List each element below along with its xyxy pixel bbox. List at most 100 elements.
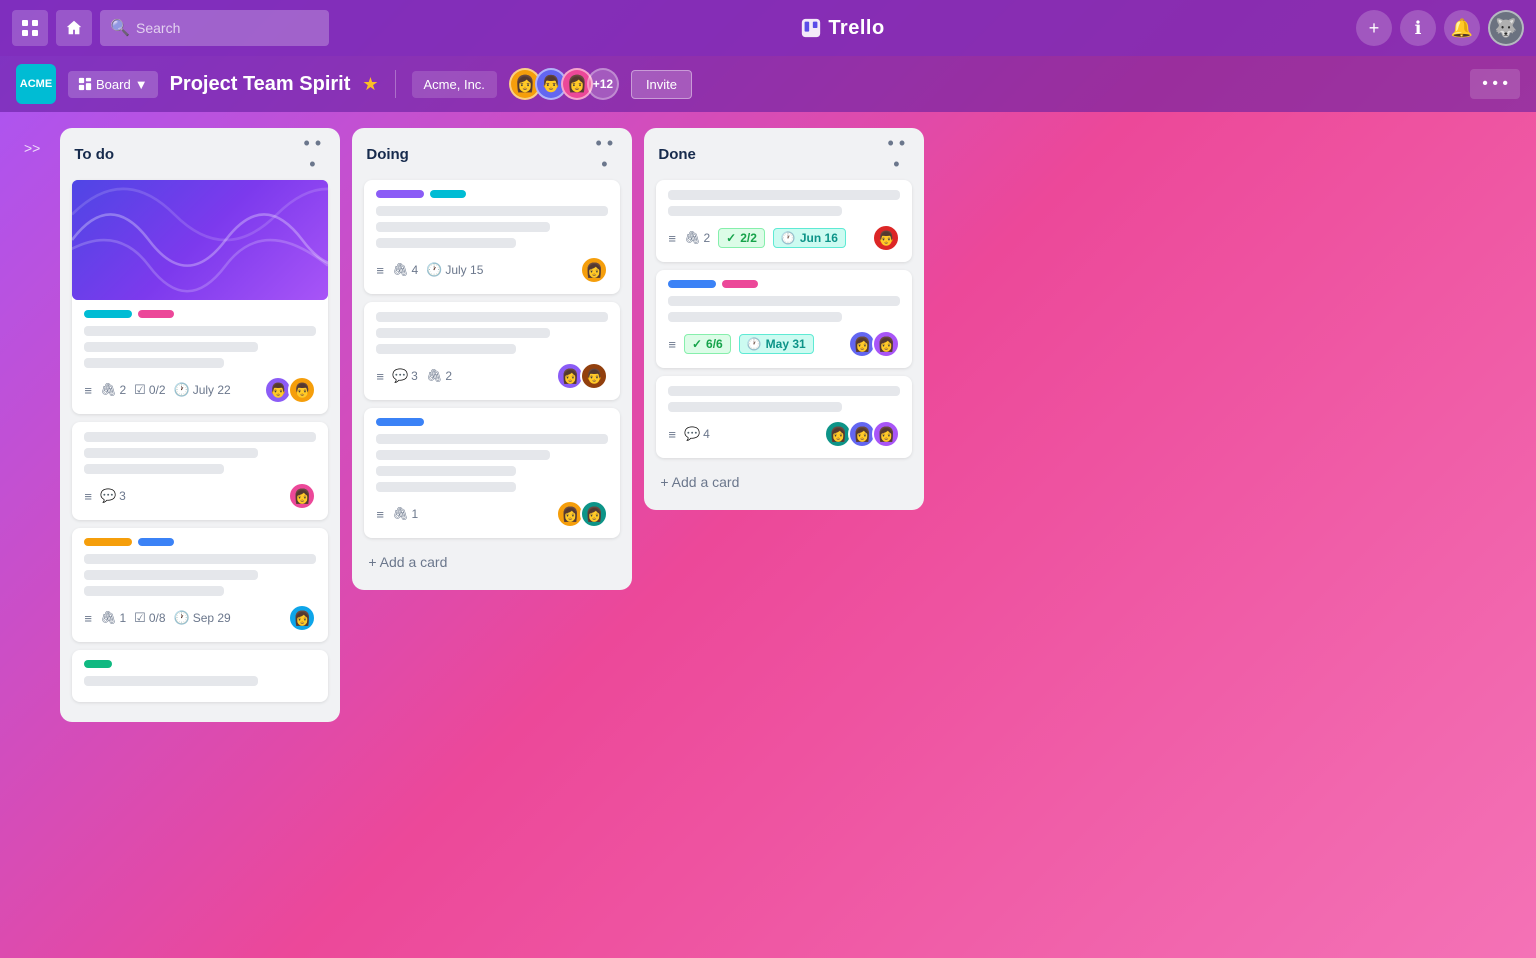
- info-button[interactable]: ℹ: [1400, 10, 1436, 46]
- desc-icon-wrap: ≡: [376, 369, 384, 384]
- list-doing: Doing • • • ≡ 🖇 4 🕐 J: [352, 128, 632, 590]
- card-text-line-3: [376, 238, 515, 248]
- card-member-avatars: 👩: [288, 604, 316, 632]
- trello-name: Trello: [828, 17, 884, 40]
- attachment-icon: 🖇: [100, 610, 117, 626]
- chevron-icon: ▼: [135, 77, 148, 92]
- todo-list-menu-button[interactable]: • • •: [298, 140, 326, 168]
- card-labels: [668, 280, 900, 288]
- info-icon: ℹ: [1415, 18, 1422, 39]
- card-done-3[interactable]: ≡ 💬 4 👩 👩 👩: [656, 376, 912, 458]
- sidebar-toggle: >>: [16, 128, 48, 160]
- card-doing-2[interactable]: ≡ 💬 3 🖇 2 👩 👨: [364, 302, 620, 400]
- card-meta: ≡ 🖇 2 ✓ 2/2 🕐 Jun 16 👨: [668, 224, 900, 252]
- card-text-line-1: [84, 326, 316, 336]
- card-text-line-1: [668, 386, 900, 396]
- card-labels: [84, 538, 316, 546]
- description-icon: ≡: [376, 507, 384, 522]
- member-avatar-2: 👩: [872, 330, 900, 358]
- card-text-line-2: [376, 222, 550, 232]
- done-list-menu-button[interactable]: • • •: [882, 140, 910, 168]
- search-input[interactable]: [100, 10, 329, 46]
- due-badge: 🕐 Jun 16: [773, 228, 846, 248]
- done-add-card-button[interactable]: + Add a card: [656, 466, 912, 498]
- label-blue: [376, 418, 424, 426]
- view-label: Board: [96, 77, 131, 92]
- nav-right-actions: + ℹ 🔔 🐺: [1356, 10, 1524, 46]
- attachment-number: 2: [119, 383, 126, 397]
- board-view-button[interactable]: Board ▼: [68, 71, 158, 98]
- card-member-avatars: 👩 👩: [556, 500, 608, 528]
- description-icon: ≡: [668, 231, 676, 246]
- due-date-value: July 15: [445, 263, 483, 277]
- card-todo-4[interactable]: [72, 650, 328, 702]
- member-avatar-2: 👨: [580, 362, 608, 390]
- description-icon: ≡: [668, 427, 676, 442]
- workspace-logo: ACME: [16, 64, 56, 104]
- card-text-line-3: [84, 358, 223, 368]
- add-icon: +: [1369, 18, 1380, 39]
- doing-add-card-button[interactable]: + Add a card: [364, 546, 620, 578]
- more-options-button[interactable]: • • •: [1470, 69, 1520, 99]
- avatar-overflow-count[interactable]: +12: [587, 68, 619, 100]
- label-pink: [138, 310, 174, 318]
- desc-icon-wrap: ≡: [84, 611, 92, 626]
- comment-number: 3: [119, 489, 126, 503]
- trello-logo: Trello: [800, 17, 884, 40]
- card-meta: ≡ 🖇 4 🕐 July 15 👩: [376, 256, 608, 284]
- due-badge-value: Jun 16: [800, 231, 838, 245]
- card-doing-1[interactable]: ≡ 🖇 4 🕐 July 15 👩: [364, 180, 620, 294]
- comment-icon: 💬: [392, 368, 408, 384]
- star-button[interactable]: ★: [362, 74, 378, 95]
- check-icon: ✓: [692, 337, 702, 351]
- card-meta: ≡ 💬 4 👩 👩 👩: [668, 420, 900, 448]
- user-avatar-button[interactable]: 🐺: [1488, 10, 1524, 46]
- desc-icon-wrap: ≡: [376, 263, 384, 278]
- member-avatars: 👩 👨 👩 +12: [509, 68, 619, 100]
- card-text-line-1: [668, 296, 900, 306]
- workspace-button[interactable]: Acme, Inc.: [412, 71, 497, 98]
- card-todo-1[interactable]: ≡ 🖇 2 ☑ 0/2 🕐 July 22 👨 👨: [72, 180, 328, 414]
- card-done-2[interactable]: ≡ ✓ 6/6 🕐 May 31 👩 👩: [656, 270, 912, 368]
- card-todo-2[interactable]: ≡ 💬 3 👩: [72, 422, 328, 520]
- card-member-avatars: 👩: [580, 256, 608, 284]
- card-text-line-2: [376, 450, 550, 460]
- card-meta: ≡ ✓ 6/6 🕐 May 31 👩 👩: [668, 330, 900, 358]
- card-doing-3[interactable]: ≡ 🖇 1 👩 👩: [364, 408, 620, 538]
- card-labels: [84, 310, 316, 318]
- checklist-icon: ☑: [134, 382, 146, 398]
- description-icon: ≡: [84, 611, 92, 626]
- attachments-count: 🖇 2: [426, 368, 452, 384]
- card-text-line-1: [376, 206, 608, 216]
- comment-icon: 💬: [684, 426, 700, 442]
- home-button[interactable]: [56, 10, 92, 46]
- desc-icon-wrap: ≡: [376, 507, 384, 522]
- card-member-avatars: 👨 👨: [264, 376, 316, 404]
- doing-list-menu-button[interactable]: • • •: [590, 140, 618, 168]
- board-header: ACME Board ▼ Project Team Spirit ★ Acme,…: [0, 56, 1536, 112]
- attachment-icon: 🖇: [100, 382, 117, 398]
- grid-menu-button[interactable]: [12, 10, 48, 46]
- invite-button[interactable]: Invite: [631, 70, 692, 99]
- desc-icon-wrap: ≡: [668, 427, 676, 442]
- card-text-line-1: [376, 312, 608, 322]
- card-todo-3[interactable]: ≡ 🖇 1 ☑ 0/8 🕐 Sep 29 👩: [72, 528, 328, 642]
- card-text-line-1: [376, 434, 608, 444]
- clock-badge-icon: 🕐: [747, 337, 762, 351]
- trello-icon: [800, 17, 822, 39]
- card-labels: [376, 190, 608, 198]
- notifications-button[interactable]: 🔔: [1444, 10, 1480, 46]
- add-button[interactable]: +: [1356, 10, 1392, 46]
- board-header-right: • • •: [1470, 69, 1520, 99]
- collapse-sidebar-button[interactable]: >>: [16, 136, 48, 160]
- checklist-count: ☑ 0/2: [134, 382, 165, 398]
- label-pink: [722, 280, 758, 288]
- attachment-icon: 🖇: [684, 230, 701, 246]
- due-badge-value: May 31: [766, 337, 806, 351]
- due-date-value: July 22: [193, 383, 231, 397]
- member-avatar-1: 👨: [872, 224, 900, 252]
- card-text-line-3: [376, 466, 515, 476]
- card-done-1[interactable]: ≡ 🖇 2 ✓ 2/2 🕐 Jun 16 👨: [656, 180, 912, 262]
- attachments-count: 🖇 2: [684, 230, 710, 246]
- description-icon: ≡: [376, 369, 384, 384]
